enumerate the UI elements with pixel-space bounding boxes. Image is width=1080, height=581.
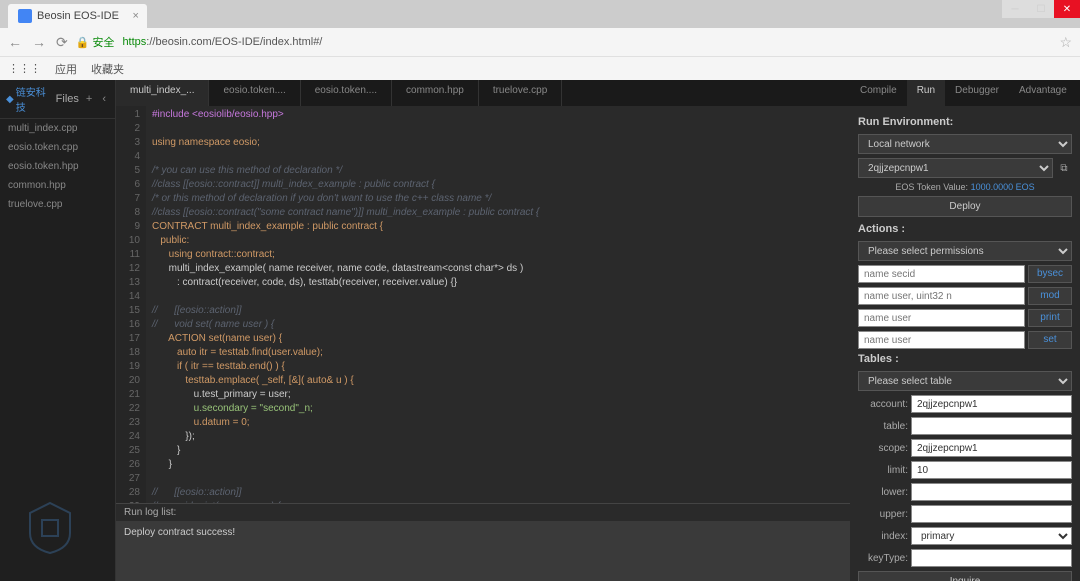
table-field-input[interactable] [911,395,1072,413]
action-param-input[interactable] [858,265,1025,283]
right-tab[interactable]: Debugger [945,80,1009,106]
files-label: Files [56,93,79,105]
field-label: scope: [858,443,908,454]
editor-tab[interactable]: truelove.cpp [479,80,562,106]
table-field-input[interactable] [911,439,1072,457]
url-field[interactable]: https://beosin.com/EOS-IDE/index.html#/ [122,36,1051,48]
inquire-button[interactable]: Inquire [858,571,1072,581]
sidebar-file-item[interactable]: eosio.token.hpp [0,157,115,176]
field-label: upper: [858,509,908,520]
run-panel: Run Environment: Local network 2qjjzepcn… [850,106,1080,581]
log-header: Run log list: [116,504,850,521]
right-tab[interactable]: Compile [850,80,907,106]
app-root: ◆链安科技 Files + ‹ multi_index.cppeosio.tok… [0,80,1080,581]
sidebar-file-item[interactable]: truelove.cpp [0,195,115,214]
watermark-logo [20,498,80,561]
action-button[interactable]: print [1028,309,1072,327]
browser-tab[interactable]: Beosin EOS-IDE × [8,4,147,28]
action-param-input[interactable] [858,331,1025,349]
add-file-icon[interactable]: + [83,93,95,105]
table-field-input[interactable] [911,417,1072,435]
back-icon[interactable]: ← [8,34,22,51]
forward-icon[interactable]: → [32,34,46,51]
right-panel: CompileRunDebuggerAdvantageSupport Run E… [850,80,1080,581]
editor-tab[interactable]: common.hpp [392,80,479,106]
sidebar-header: ◆链安科技 Files + ‹ [0,80,115,119]
action-button[interactable]: mod [1028,287,1072,305]
actions-title: Actions : [858,223,1072,235]
tables-title: Tables : [858,353,1072,365]
field-label: lower: [858,487,908,498]
bookmark-bar: ⋮⋮⋮ 应用 收藏夹 [0,56,1080,80]
address-bar: ← → ⟳ 🔒 安全 https://beosin.com/EOS-IDE/in… [0,28,1080,56]
right-tab[interactable]: Run [907,80,945,106]
code-editor[interactable]: 1234567891011121314151617181920212223242… [116,106,850,503]
code-content[interactable]: #include <eosiolib/eosio.hpp> using name… [146,106,559,503]
sidebar-file-item[interactable]: eosio.token.cpp [0,138,115,157]
field-label: keyType: [858,553,908,564]
env-title: Run Environment: [858,116,1072,128]
action-param-input[interactable] [858,287,1025,305]
reload-icon[interactable]: ⟳ [56,34,68,51]
table-field-input[interactable] [911,549,1072,567]
run-log: Run log list: Deploy contract success! [116,503,850,581]
editor-tab[interactable]: multi_index_... [116,80,209,106]
editor-tab[interactable]: eosio.token.... [301,80,392,106]
lock-icon: 🔒 [76,36,90,49]
tab-favicon [18,9,32,23]
account-select[interactable]: 2qjjzepcnpw1 [858,158,1053,178]
field-label: account: [858,399,908,410]
table-field-input[interactable] [911,483,1072,501]
bookmark-item[interactable]: 收藏夹 [91,61,124,77]
line-gutter: 1234567891011121314151617181920212223242… [116,106,146,503]
permissions-select[interactable]: Please select permissions [858,241,1072,261]
action-param-input[interactable] [858,309,1025,327]
sidebar-file-item[interactable]: common.hpp [0,176,115,195]
browser-chrome: ─ ☐ ✕ Beosin EOS-IDE × ← → ⟳ 🔒 安全 https:… [0,0,1080,56]
minimize-button[interactable]: ─ [1002,0,1028,18]
field-label: limit: [858,465,908,476]
right-tab-bar: CompileRunDebuggerAdvantageSupport [850,80,1080,106]
right-tab[interactable]: Advantage [1009,80,1077,106]
editor-tab-bar: multi_index_...eosio.token....eosio.toke… [116,80,850,106]
collapse-icon[interactable]: ‹ [99,93,109,105]
log-body: Deploy contract success! [116,521,850,581]
table-field-select[interactable]: primary [911,527,1072,545]
sidebar-file-item[interactable]: multi_index.cpp [0,119,115,138]
tab-title: Beosin EOS-IDE [37,10,119,22]
field-label: table: [858,421,908,432]
app-logo: ◆链安科技 [6,84,52,114]
field-label: index: [858,531,908,542]
network-select[interactable]: Local network [858,134,1072,154]
action-button[interactable]: bysec [1028,265,1072,283]
token-value-label: EOS Token Value: 1000.0000 EOS [858,182,1072,192]
maximize-button[interactable]: ☐ [1028,0,1054,18]
copy-icon[interactable]: ⧉ [1056,160,1072,176]
bookmark-star-icon[interactable]: ☆ [1059,34,1072,51]
action-button[interactable]: set [1028,331,1072,349]
table-field-input[interactable] [911,461,1072,479]
deploy-button[interactable]: Deploy [858,196,1072,217]
bookmark-item[interactable]: 应用 [55,61,77,77]
editor-tab[interactable]: eosio.token.... [209,80,300,106]
tab-close-icon[interactable]: × [132,10,138,22]
secure-badge: 🔒 安全 [76,34,115,50]
table-select[interactable]: Please select table [858,371,1072,391]
main-panel: multi_index_...eosio.token....eosio.toke… [116,80,850,581]
browser-tab-bar: Beosin EOS-IDE × [0,0,1080,28]
apps-icon[interactable]: ⋮⋮⋮ [8,62,41,75]
close-button[interactable]: ✕ [1054,0,1080,18]
window-controls: ─ ☐ ✕ [1002,0,1080,18]
table-field-input[interactable] [911,505,1072,523]
